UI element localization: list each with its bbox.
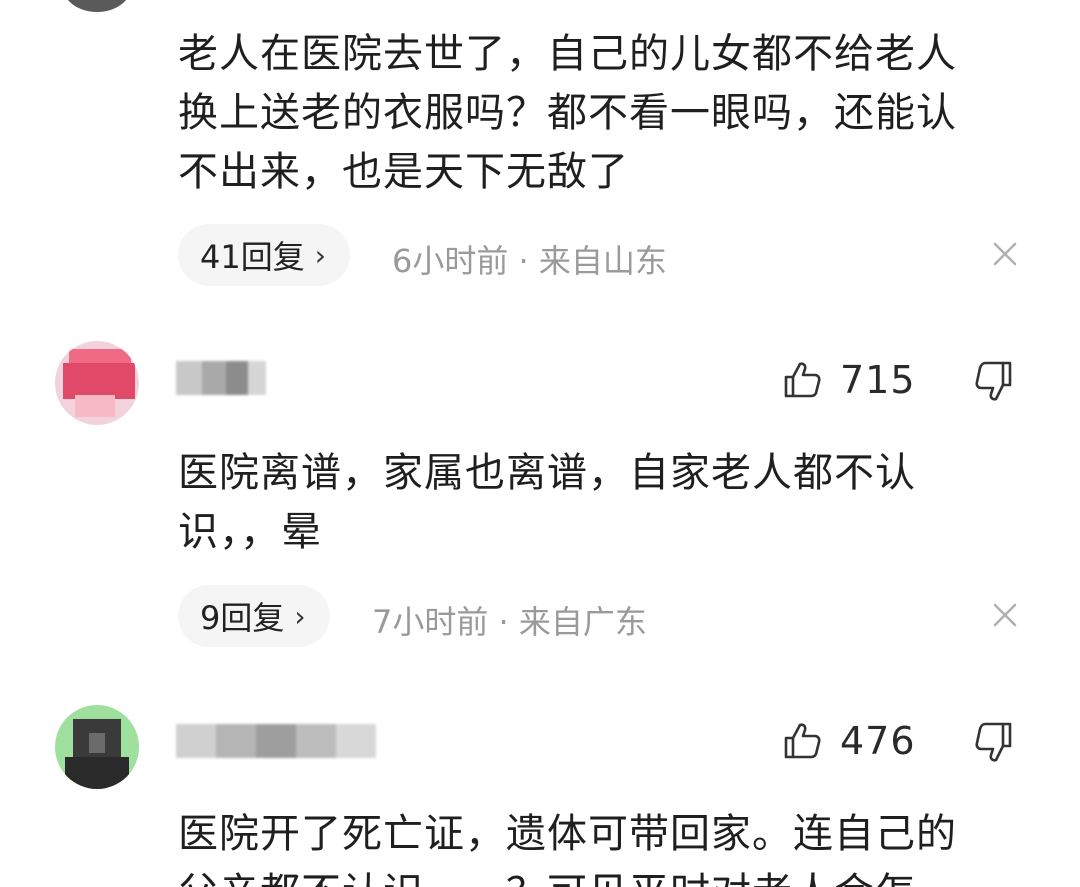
like-count: 476 <box>840 719 916 763</box>
comment-location: 来自山东 <box>538 242 667 280</box>
comment-meta: 9回复 › 7小时前 · 来自广东 <box>178 585 1038 647</box>
username-blurred[interactable] <box>176 724 376 758</box>
meta-separator: · <box>508 242 539 280</box>
avatar-previous[interactable] <box>62 0 132 12</box>
meta-separator: · <box>488 603 519 641</box>
comment-time: 7小时前 <box>372 603 489 641</box>
comment-time: 6小时前 <box>392 242 509 280</box>
reply-count-button[interactable]: 41回复 › <box>178 224 350 286</box>
reply-count-label: 41回复 <box>200 238 305 276</box>
like-count: 715 <box>840 358 916 402</box>
close-icon[interactable] <box>990 239 1020 269</box>
chevron-right-icon: › <box>294 599 306 633</box>
comment-location: 来自广东 <box>518 603 647 641</box>
chevron-right-icon: › <box>314 238 326 272</box>
comment-timestamp-location: 6小时前 · 来自山东 <box>392 236 667 282</box>
reply-count-label: 9回复 <box>200 599 285 637</box>
comment-text: 老人在医院去世了，自己的儿女都不给老人 换上送老的衣服吗？都不看一眼吗，还能认 … <box>178 31 957 195</box>
comment-timestamp-location: 7小时前 · 来自广东 <box>372 597 647 643</box>
thumbs-up-icon <box>784 362 821 398</box>
comment-text: 医院离谱，家属也离谱，自家老人都不认 识，，晕 <box>178 450 916 555</box>
comment-meta: 41回复 › 6小时前 · 来自山东 <box>178 224 1038 286</box>
avatar[interactable] <box>55 705 139 789</box>
comment-text: 医院开了死亡证，遗体可带回家。连自己的 父亲都不认识……？可见平时对老人会怎 <box>178 811 957 887</box>
like-button[interactable]: 715 <box>782 357 932 403</box>
close-icon[interactable] <box>990 600 1020 630</box>
avatar[interactable] <box>55 341 139 425</box>
thumbs-down-icon[interactable] <box>974 720 1018 766</box>
thumbs-down-icon[interactable] <box>974 359 1018 405</box>
like-button[interactable]: 476 <box>782 718 932 764</box>
username-blurred[interactable] <box>176 361 266 395</box>
reply-count-button[interactable]: 9回复 › <box>178 585 330 647</box>
thumbs-up-icon <box>784 723 821 759</box>
